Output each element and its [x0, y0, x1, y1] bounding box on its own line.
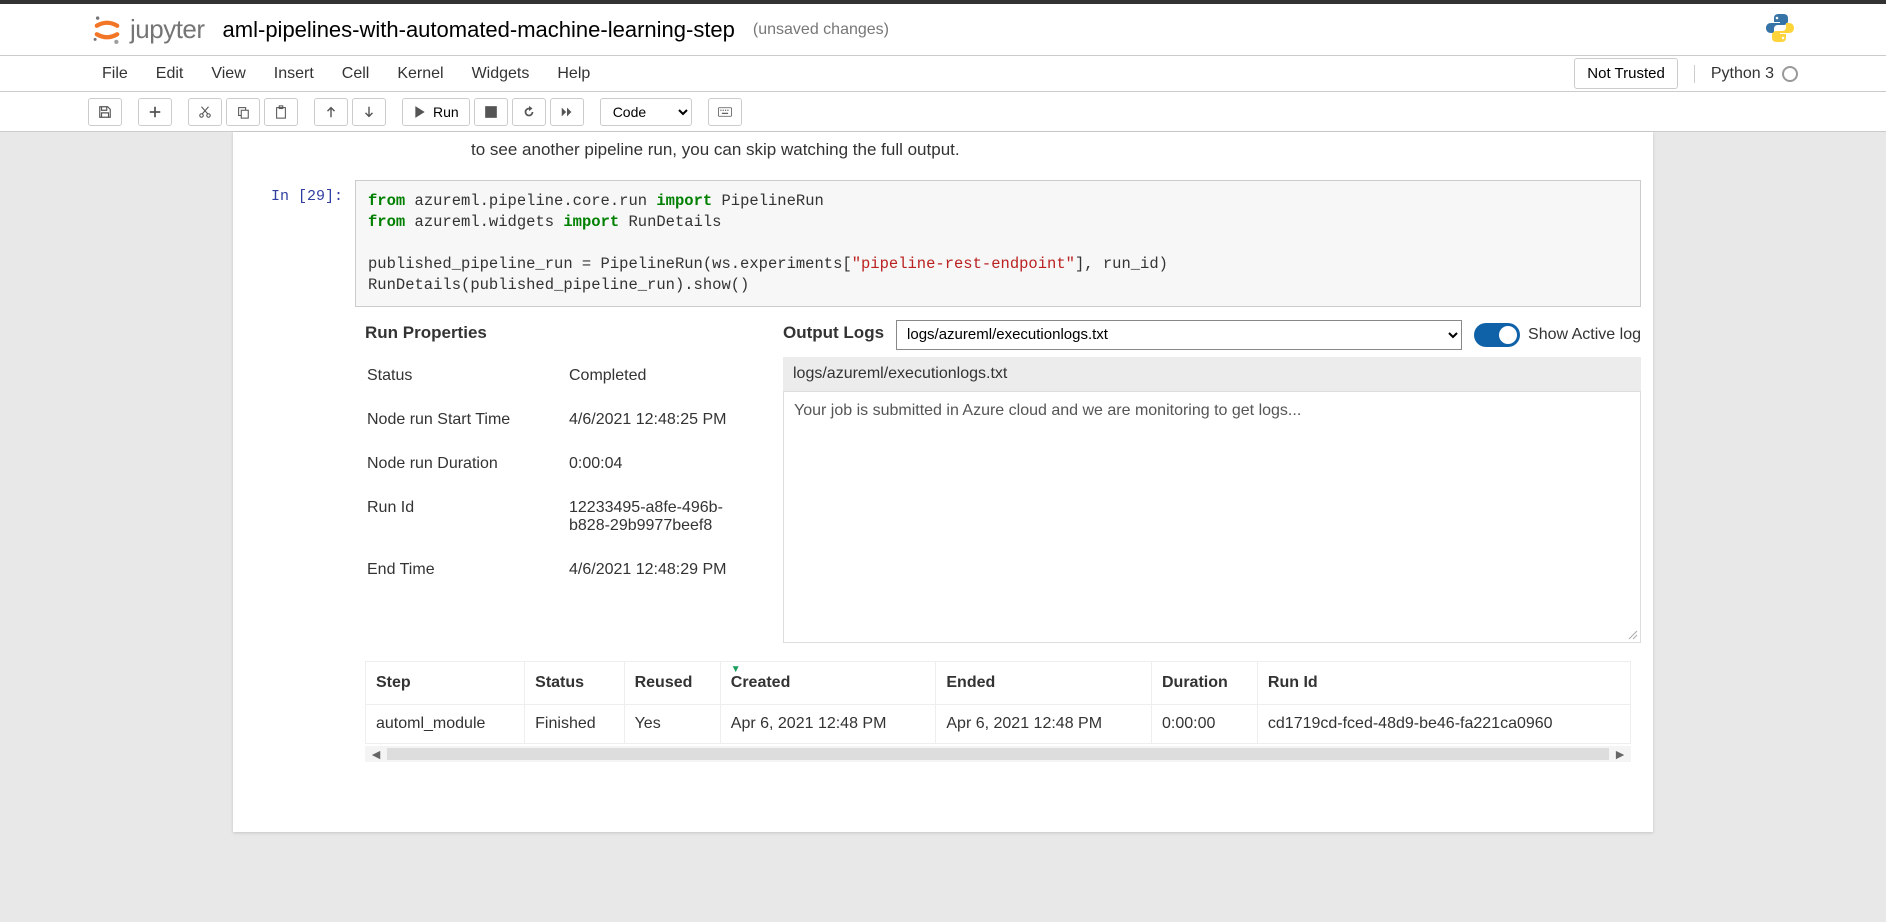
prop-value: 4/6/2021 12:48:25 PM	[559, 399, 757, 441]
markdown-text-fragment: to see another pipeline run, you can ski…	[233, 132, 1653, 176]
code-editor[interactable]: from azureml.pipeline.core.run import Pi…	[355, 180, 1641, 307]
menu-kernel[interactable]: Kernel	[383, 57, 457, 91]
save-button[interactable]	[88, 98, 122, 126]
col-status[interactable]: Status	[525, 661, 624, 704]
output-logs-title: Output Logs	[783, 317, 884, 353]
notebook-container: to see another pipeline run, you can ski…	[233, 132, 1653, 832]
col-runid[interactable]: Run Id	[1257, 661, 1630, 704]
unsaved-indicator: (unsaved changes)	[753, 21, 889, 39]
stop-icon	[484, 105, 498, 119]
col-reused[interactable]: Reused	[624, 661, 720, 704]
restart-button[interactable]	[512, 98, 546, 126]
scroll-right-arrow-icon[interactable]: ►	[1611, 746, 1629, 762]
cell-duration: 0:00:00	[1151, 704, 1257, 743]
refresh-icon	[522, 105, 536, 119]
logo-text: jupyter	[130, 14, 205, 45]
steps-table-wrap: Step Status Reused ▼Created Ended Durati…	[365, 643, 1631, 762]
copy-button[interactable]	[226, 98, 260, 126]
col-duration[interactable]: Duration	[1151, 661, 1257, 704]
header: jupyter aml-pipelines-with-automated-mac…	[0, 4, 1886, 56]
fast-forward-icon	[560, 105, 574, 119]
menu-insert[interactable]: Insert	[260, 57, 328, 91]
prop-label: Node run Duration	[357, 443, 557, 485]
prop-label: Status	[357, 355, 557, 397]
run-properties-panel: Run Properties StatusCompleted Node run …	[355, 317, 759, 643]
save-icon	[98, 105, 112, 119]
cell-created: Apr 6, 2021 12:48 PM	[720, 704, 936, 743]
log-file-path: logs/azureml/executionlogs.txt	[783, 357, 1641, 391]
active-log-toggle[interactable]	[1474, 323, 1520, 347]
run-button[interactable]: Run	[402, 98, 470, 126]
menu-cell[interactable]: Cell	[328, 57, 384, 91]
log-message: Your job is submitted in Azure cloud and…	[794, 402, 1301, 419]
run-properties-title: Run Properties	[355, 317, 759, 353]
code-cell[interactable]: In [29]: from azureml.pipeline.core.run …	[233, 176, 1653, 776]
table-row[interactable]: automl_module Finished Yes Apr 6, 2021 1…	[366, 704, 1631, 743]
arrow-down-icon	[362, 105, 376, 119]
prop-label: End Time	[357, 549, 557, 591]
prop-value: 0:00:04	[559, 443, 757, 485]
scroll-left-arrow-icon[interactable]: ◄	[367, 746, 385, 762]
cell-prompt: In [29]:	[245, 180, 355, 772]
python-logo-icon	[1764, 12, 1796, 47]
scroll-track[interactable]	[387, 748, 1609, 760]
output-logs-panel: Output Logs logs/azureml/executionlogs.t…	[783, 317, 1641, 643]
sort-indicator-icon: ▼	[731, 664, 741, 675]
run-label: Run	[433, 104, 459, 120]
jupyter-icon	[90, 13, 124, 47]
jupyter-logo[interactable]: jupyter	[90, 13, 205, 47]
add-cell-button[interactable]	[138, 98, 172, 126]
menu-edit[interactable]: Edit	[142, 57, 198, 91]
col-ended[interactable]: Ended	[936, 661, 1152, 704]
kernel-indicator[interactable]: Python 3	[1694, 65, 1798, 83]
horizontal-scrollbar[interactable]: ◄ ►	[365, 746, 1631, 762]
move-down-button[interactable]	[352, 98, 386, 126]
command-palette-button[interactable]	[708, 98, 742, 126]
menu-widgets[interactable]: Widgets	[458, 57, 544, 91]
steps-table: Step Status Reused ▼Created Ended Durati…	[365, 661, 1631, 744]
prop-value: 4/6/2021 12:48:29 PM	[559, 549, 757, 591]
cell-type-select[interactable]: Code	[600, 98, 692, 126]
logs-file-select[interactable]: logs/azureml/executionlogs.txt	[896, 320, 1462, 350]
keyboard-icon	[718, 105, 732, 119]
scissors-icon	[198, 105, 212, 119]
prop-label: Node run Start Time	[357, 399, 557, 441]
log-output-box[interactable]: Your job is submitted in Azure cloud and…	[783, 391, 1641, 643]
col-step[interactable]: Step	[366, 661, 525, 704]
cell-ended: Apr 6, 2021 12:48 PM	[936, 704, 1152, 743]
output-area: Run Properties StatusCompleted Node run …	[355, 307, 1641, 762]
cell-runid: cd1719cd-fced-48d9-be46-fa221ca0960	[1257, 704, 1630, 743]
properties-table: StatusCompleted Node run Start Time4/6/2…	[355, 353, 759, 593]
stop-button[interactable]	[474, 98, 508, 126]
resize-grip-icon[interactable]	[1626, 628, 1638, 640]
menu-file[interactable]: File	[88, 57, 142, 91]
toggle-label: Show Active log	[1528, 326, 1641, 344]
trust-button[interactable]: Not Trusted	[1574, 58, 1678, 89]
paste-button[interactable]	[264, 98, 298, 126]
prop-value: Completed	[559, 355, 757, 397]
prop-value: 12233495-a8fe-496b-b828-29b9977beef8	[559, 487, 757, 547]
menu-view[interactable]: View	[197, 57, 259, 91]
prop-label: Run Id	[357, 487, 557, 547]
cell-status: Finished	[525, 704, 624, 743]
menubar: File Edit View Insert Cell Kernel Widget…	[0, 56, 1886, 92]
menu-help[interactable]: Help	[543, 57, 604, 91]
notebook-title[interactable]: aml-pipelines-with-automated-machine-lea…	[223, 17, 735, 43]
kernel-status-icon	[1782, 66, 1798, 82]
col-created[interactable]: ▼Created	[720, 661, 936, 704]
kernel-name: Python 3	[1711, 65, 1774, 83]
cell-step: automl_module	[366, 704, 525, 743]
plus-icon	[148, 105, 162, 119]
paste-icon	[274, 105, 288, 119]
cell-reused: Yes	[624, 704, 720, 743]
cut-button[interactable]	[188, 98, 222, 126]
fast-forward-button[interactable]	[550, 98, 584, 126]
toolbar: Run Code	[0, 92, 1886, 132]
copy-icon	[236, 105, 250, 119]
play-icon	[413, 105, 427, 119]
move-up-button[interactable]	[314, 98, 348, 126]
arrow-up-icon	[324, 105, 338, 119]
